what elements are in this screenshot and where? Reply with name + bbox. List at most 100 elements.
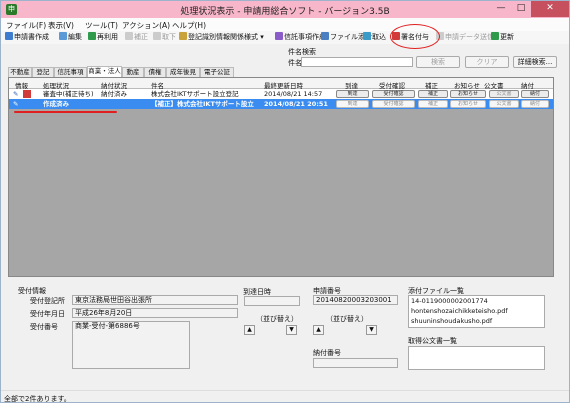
date-field: 平成26年8月20日 xyxy=(72,308,238,318)
receipt-confirm-button[interactable]: 受付確認 xyxy=(372,90,415,98)
close-button[interactable]: ✕ xyxy=(531,1,569,17)
office-label: 受付登記所 xyxy=(30,297,65,305)
arrival-button[interactable]: 到達 xyxy=(336,90,369,98)
row-subject: 株式会社IKTサポート設立登記 xyxy=(151,90,239,98)
official-doc-button[interactable]: 公文書 xyxy=(489,90,519,98)
tab-guardianship[interactable]: 成年後見 xyxy=(166,67,200,77)
tab-notary[interactable]: 電子公証 xyxy=(200,67,234,77)
row-subject: 【補正】株式会社IKTサポート設立 xyxy=(151,100,254,108)
tab-registration[interactable]: 登記 xyxy=(32,67,54,77)
row-updated: 2014/08/21 20:51 xyxy=(264,100,328,108)
red-underline-annotation xyxy=(14,111,117,113)
import-icon xyxy=(363,32,371,40)
office-field: 東京法務局世田谷出張所 xyxy=(72,295,238,305)
receipt-info-title: 受付情報 xyxy=(18,287,46,295)
menu-action[interactable]: アクション(A) xyxy=(122,20,170,31)
create-application-button[interactable]: 申請書作成 xyxy=(5,32,49,43)
receipt-confirm-button[interactable]: 受付確認 xyxy=(372,100,415,108)
arrival-time-field xyxy=(244,296,300,306)
withdraw-icon xyxy=(153,32,161,40)
list-item[interactable]: shuuninshoudakusho.pdf xyxy=(411,316,544,326)
tab-commercial[interactable]: 商業・法人 xyxy=(87,66,122,77)
row-payment: 納付済み xyxy=(101,90,127,98)
date-label: 受付年月日 xyxy=(30,310,65,318)
status-grid: 情報 処理状況 納付状況 件名 最終更新日時 到達 受付確認 補正 お知らせ 公… xyxy=(8,77,554,277)
correct-button[interactable]: 補正 xyxy=(125,32,148,43)
trust-icon xyxy=(275,32,283,40)
number-field: 商業-受付-第6886号 xyxy=(72,321,190,369)
red-highlight-circle xyxy=(390,24,440,49)
window-title: 処理状況表示 - 申請用総合ソフト - バージョン3.5B xyxy=(180,7,390,17)
correction-button[interactable]: 補正 xyxy=(418,90,448,98)
payment-button[interactable]: 納付 xyxy=(521,100,549,108)
detailed-search-button[interactable]: 詳細検索... xyxy=(513,56,557,68)
tab-trust[interactable]: 信託事項 xyxy=(54,67,87,77)
payment-button[interactable]: 納付 xyxy=(521,90,549,98)
row-status: 作成済み xyxy=(43,100,69,108)
edit-icon xyxy=(59,32,67,40)
tab-claims[interactable]: 債権 xyxy=(144,67,166,77)
table-row[interactable]: ✎ 審査中(補正待ち) 納付済み 株式会社IKTサポート設立登記 2014/08… xyxy=(9,89,553,99)
status-bar: 全部で2件あります。 xyxy=(1,390,569,403)
arrival-button[interactable]: 到達 xyxy=(336,100,369,108)
official-doc-button[interactable]: 公文書 xyxy=(489,100,519,108)
menu-file[interactable]: ファイル(F) xyxy=(6,20,46,31)
official-docs-label: 取得公文書一覧 xyxy=(408,337,457,345)
refresh-button[interactable]: 更新 xyxy=(491,32,514,43)
registration-forms-button[interactable]: 登記識別情報関係様式 ▾ xyxy=(179,32,264,43)
grid-header: 情報 処理状況 納付状況 件名 最終更新日時 到達 受付確認 補正 お知らせ 公… xyxy=(9,78,553,90)
pencil-icon: ✎ xyxy=(13,90,19,98)
toolbar: 申請書作成 編集 再利用 補正 取下 登記識別情報関係様式 ▾ 信託事項作成 フ… xyxy=(1,31,569,44)
sort-up-button-2[interactable]: ▲ xyxy=(313,325,324,335)
pencil-icon: ✎ xyxy=(13,100,19,108)
sort-down-button-2[interactable]: ▼ xyxy=(366,325,377,335)
tab-real-estate[interactable]: 不動産 xyxy=(8,67,32,77)
menu-view[interactable]: 表示(V) xyxy=(48,20,74,31)
detail-panel: 受付情報 受付登記所 東京法務局世田谷出張所 受付年月日 平成26年8月20日 … xyxy=(8,284,554,384)
payment-number-label: 納付番号 xyxy=(313,349,341,357)
withdraw-button[interactable]: 取下 xyxy=(153,32,176,43)
application-number-field: 20140820003203001 xyxy=(313,295,398,305)
document-icon xyxy=(5,32,13,40)
subject-search-label: 件名検索 xyxy=(288,48,316,56)
import-button[interactable]: 取込 xyxy=(363,32,386,43)
sort-up-button[interactable]: ▲ xyxy=(244,325,255,335)
minimize-button[interactable]: — xyxy=(491,1,511,17)
number-label: 受付番号 xyxy=(30,323,58,331)
search-button[interactable]: 検索 xyxy=(416,56,460,68)
subject-search-input[interactable] xyxy=(301,57,413,67)
payment-number-field xyxy=(313,358,398,368)
list-item[interactable]: hontenshozaichikketeisho.pdf xyxy=(411,306,544,316)
attach-icon xyxy=(321,32,329,40)
title-bar: 申 処理状況表示 - 申請用総合ソフト - バージョン3.5B — □ ✕ xyxy=(1,1,569,18)
menu-tools[interactable]: ツール(T) xyxy=(85,20,118,31)
clear-button[interactable]: クリア xyxy=(465,56,509,68)
correction-button[interactable]: 補正 xyxy=(418,100,448,108)
reuse-button[interactable]: 再利用 xyxy=(88,32,118,43)
trust-matters-button[interactable]: 信託事項作成 xyxy=(275,32,326,43)
menu-help[interactable]: ヘルプ(H) xyxy=(172,20,206,31)
menu-bar: ファイル(F) 表示(V) ツール(T) アクション(A) ヘルプ(H) xyxy=(1,18,569,31)
subject-field-label: 件名 xyxy=(288,59,302,67)
tab-movables[interactable]: 動産 xyxy=(122,67,144,77)
official-docs-list[interactable] xyxy=(408,346,545,370)
reuse-icon xyxy=(88,32,96,40)
row-status: 審査中(補正待ち) xyxy=(43,90,94,98)
maximize-button[interactable]: □ xyxy=(511,1,531,17)
send-data-button[interactable]: 申請データ送信 xyxy=(436,32,494,43)
app-window: 申 処理状況表示 - 申請用総合ソフト - バージョン3.5B — □ ✕ ファ… xyxy=(0,0,570,403)
edit-button[interactable]: 編集 xyxy=(59,32,82,43)
sort-down-button[interactable]: ▼ xyxy=(286,325,297,335)
status-text: 全部で2件あります。 xyxy=(4,395,71,403)
notice-button[interactable]: お知らせ xyxy=(450,90,486,98)
table-row[interactable]: ✎ 作成済み 【補正】株式会社IKTサポート設立 2014/08/21 20:5… xyxy=(9,99,553,109)
attachments-list[interactable]: 14-0119000002001774 hontenshozaichikkete… xyxy=(408,295,545,328)
row-updated: 2014/08/21 14:57 xyxy=(264,90,323,98)
notice-button[interactable]: お知らせ xyxy=(450,100,486,108)
correct-icon xyxy=(125,32,133,40)
alert-icon xyxy=(23,90,31,98)
sort-label: （並び替え） xyxy=(256,315,298,323)
sort-label-2: （並び替え） xyxy=(326,315,368,323)
refresh-icon xyxy=(491,32,499,40)
list-item[interactable]: 14-0119000002001774 xyxy=(411,296,544,306)
